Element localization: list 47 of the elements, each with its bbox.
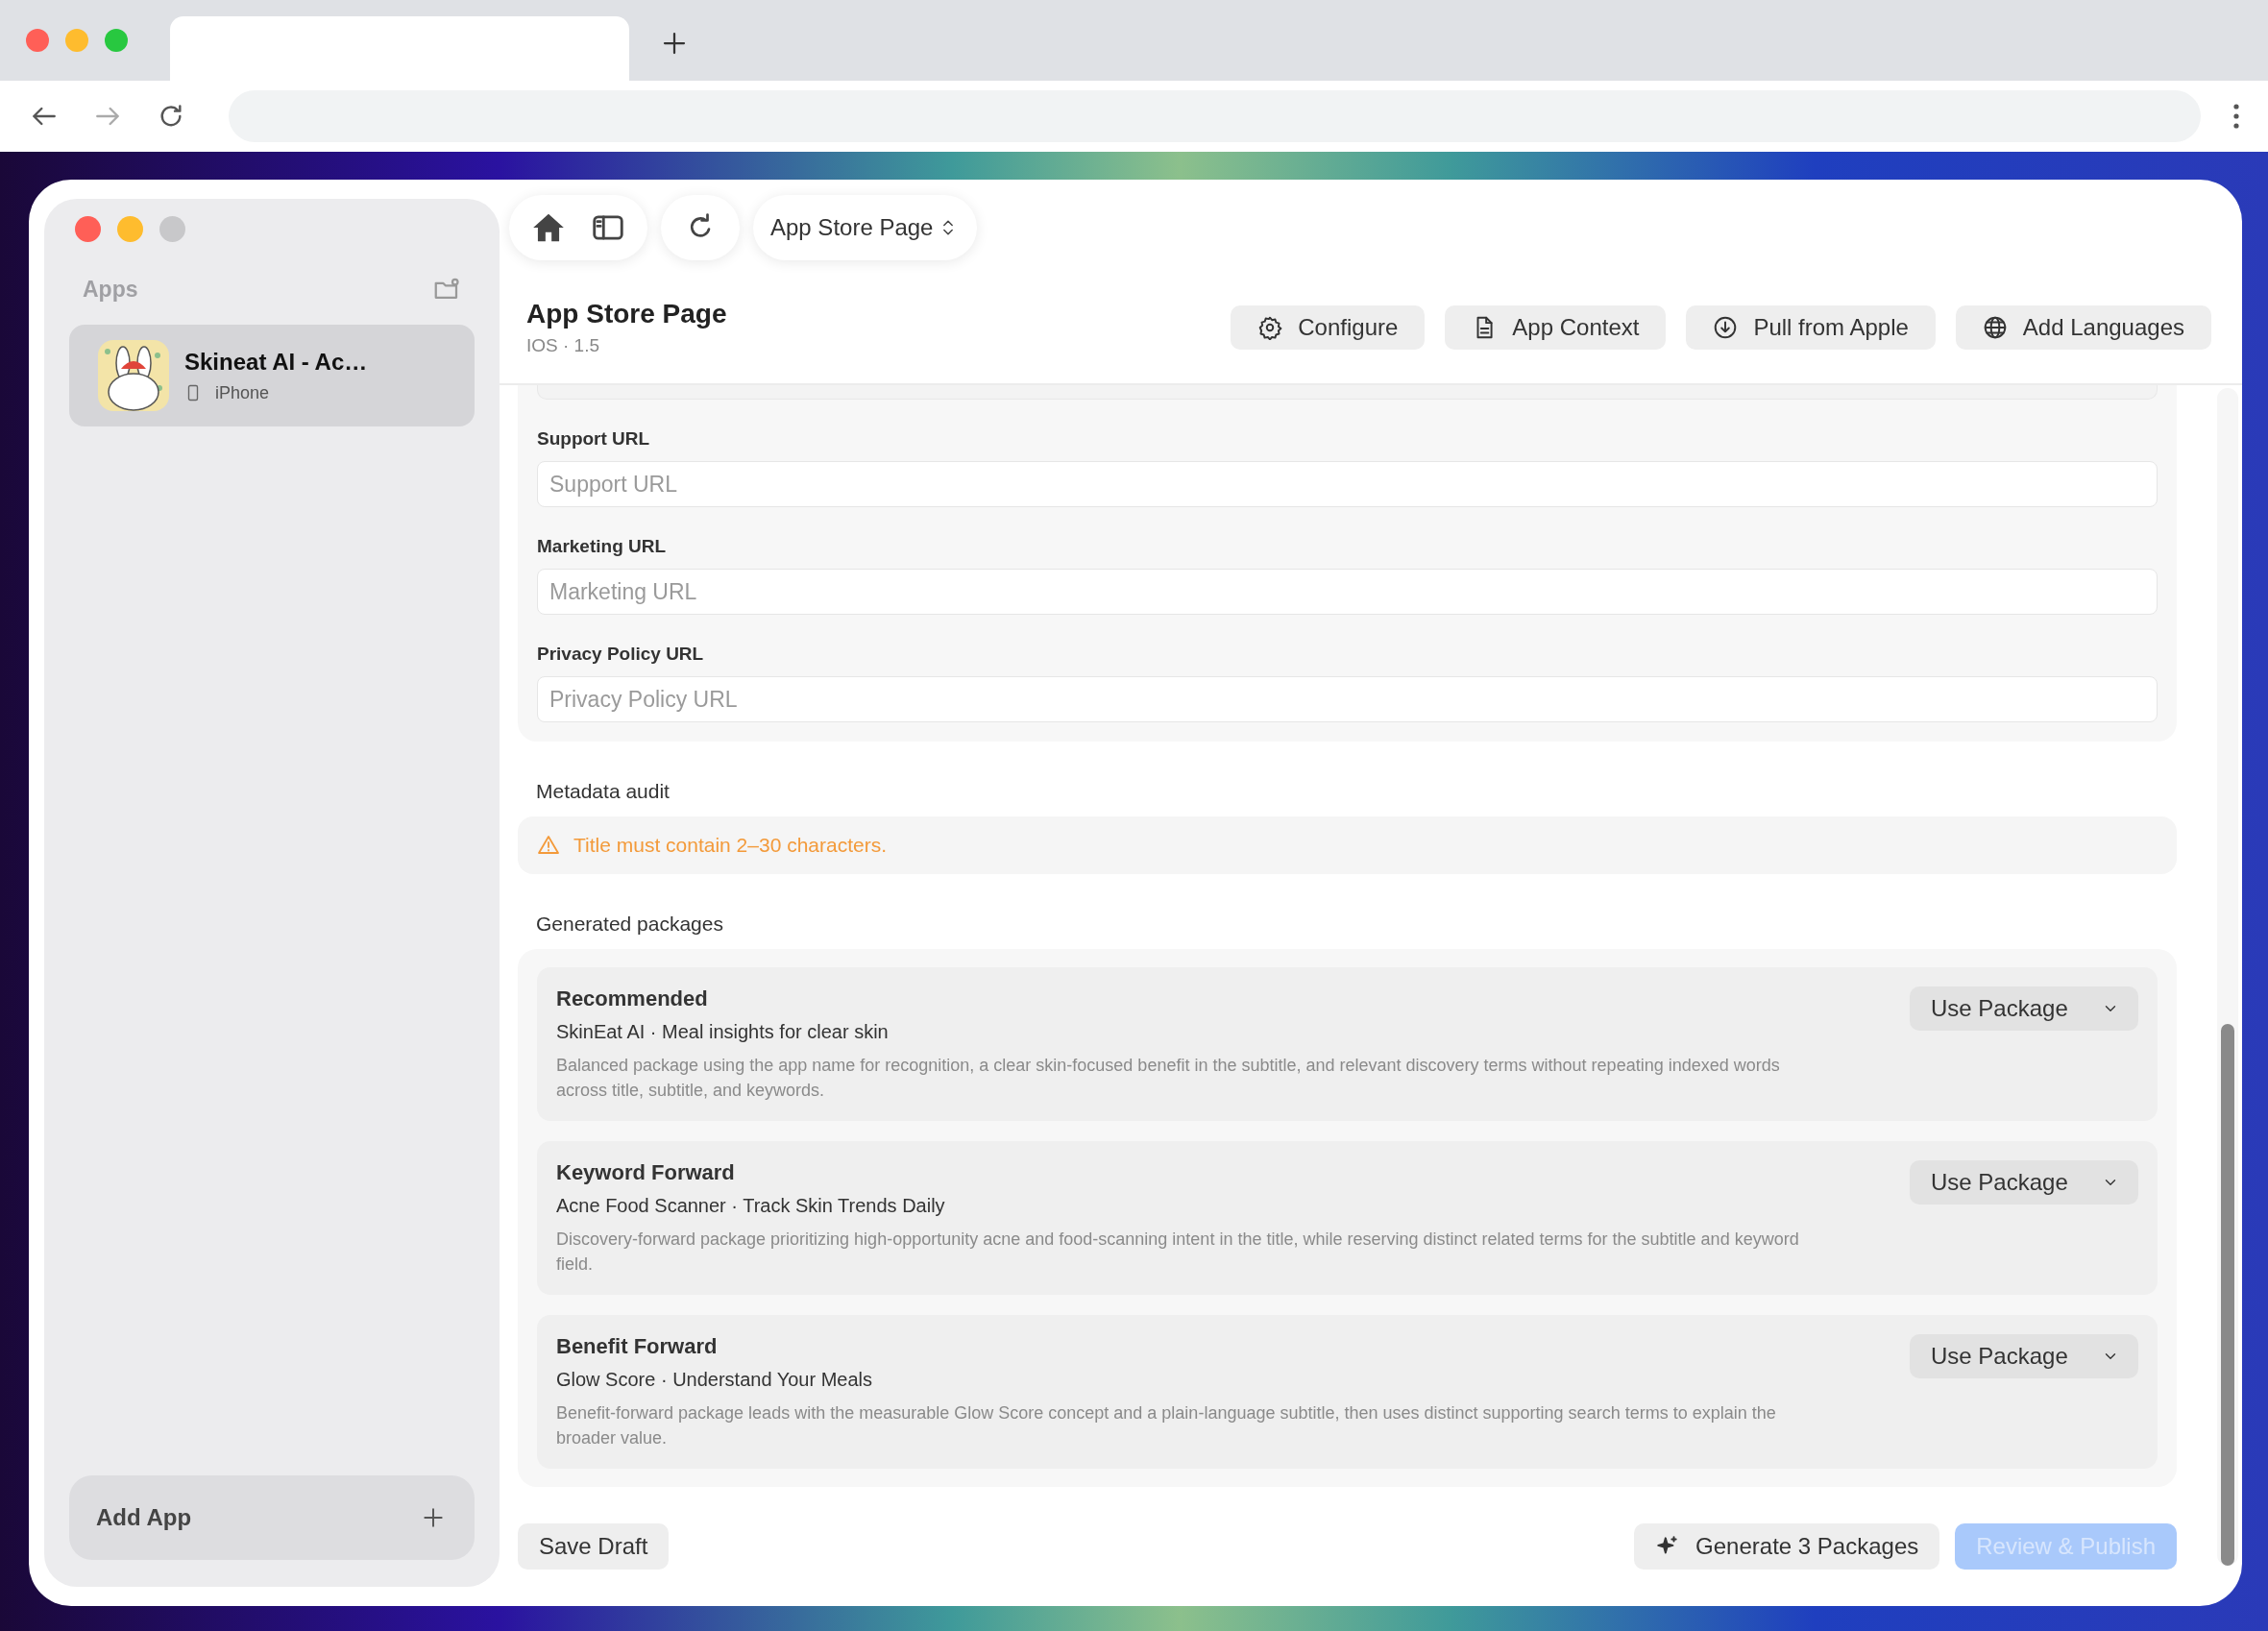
app-list-item[interactable]: Skineat AI - Ac… iPhone: [69, 325, 475, 426]
package-description: Balanced package using the app name for recognition, a clear skin-focused benefit in the subtitle, and relevant discovery terms without repeating indexed words across title, subtitle, and keywords.: [556, 1055, 1781, 1103]
package-name: Recommended: [556, 986, 709, 1011]
app-icon: [98, 340, 169, 411]
maximize-window-button[interactable]: [105, 29, 128, 52]
section-heading: Metadata audit: [535, 780, 671, 803]
section-heading: Generated packages: [535, 913, 724, 936]
url-field[interactable]: Marketing URL: [537, 569, 2158, 615]
page-subtitle: IOS · 1.5: [526, 335, 601, 356]
use-package-button[interactable]: Use Package: [1910, 1160, 2138, 1205]
sidebar-heading: Apps: [83, 276, 138, 303]
field-label: Marketing URL: [537, 536, 668, 557]
generate-button[interactable]: Generate 3 Packages: [1634, 1523, 1940, 1570]
warning-text: Title must contain 2–30 characters.: [573, 834, 888, 857]
download-icon: [1713, 315, 1739, 340]
scrollbar[interactable]: [2217, 388, 2238, 1566]
use-package-button[interactable]: Use Package: [1910, 1334, 2138, 1378]
minimize-window-button[interactable]: [65, 29, 88, 52]
package-subtitle: Glow Score · Understand Your Meals: [556, 1369, 874, 1391]
toolbar-button[interactable]: App Context: [1445, 305, 1667, 350]
add-app-button[interactable]: Add App: [69, 1475, 475, 1560]
use-package-button[interactable]: Use Package: [1910, 986, 2138, 1031]
app-name: Skineat AI - Ac…: [184, 348, 368, 376]
package-name: Keyword Forward: [556, 1160, 736, 1185]
package-name: Benefit Forward: [556, 1334, 719, 1359]
toolbar-button[interactable]: Add Languages: [1955, 305, 2211, 350]
more-icon[interactable]: [2233, 104, 2239, 129]
page-title: App Store Page: [526, 299, 727, 329]
page-picker[interactable]: App Store Page: [753, 195, 978, 260]
url-field[interactable]: Privacy Policy URL: [537, 676, 2158, 722]
save-draft-button[interactable]: Save Draft: [518, 1523, 670, 1570]
minimize-window-button[interactable]: [117, 216, 143, 242]
toolbar-button[interactable]: Pull from Apple: [1686, 305, 1936, 350]
device-label: iPhone: [215, 382, 270, 403]
package-description: Benefit-forward package leads with the measurable Glow Score concept and a plain-language subtitle, then uses distinct supporting search terms to explain the broader value.: [556, 1402, 1777, 1450]
close-window-button[interactable]: [75, 216, 101, 242]
toolbar-button[interactable]: Configure: [1231, 305, 1426, 350]
globe-icon: [1982, 315, 2008, 340]
close-window-button[interactable]: [26, 29, 49, 52]
warning-icon: [537, 834, 560, 857]
package-description: Discovery-forward package prioritizing high-opportunity acne and food-scanning intent in the title, while reserving distinct related terms for the subtitle and keyword field.: [556, 1229, 1800, 1277]
package-subtitle: SkinEat AI · Meal insights for clear skin: [556, 1021, 890, 1043]
package-subtitle: Acne Food Scanner · Track Skin Trends Daily: [556, 1195, 946, 1217]
url-field[interactable]: Support URL: [537, 461, 2158, 507]
settings-icon: [1257, 315, 1283, 340]
field-label: Support URL: [537, 428, 651, 450]
field-label: Privacy Policy URL: [537, 644, 705, 665]
